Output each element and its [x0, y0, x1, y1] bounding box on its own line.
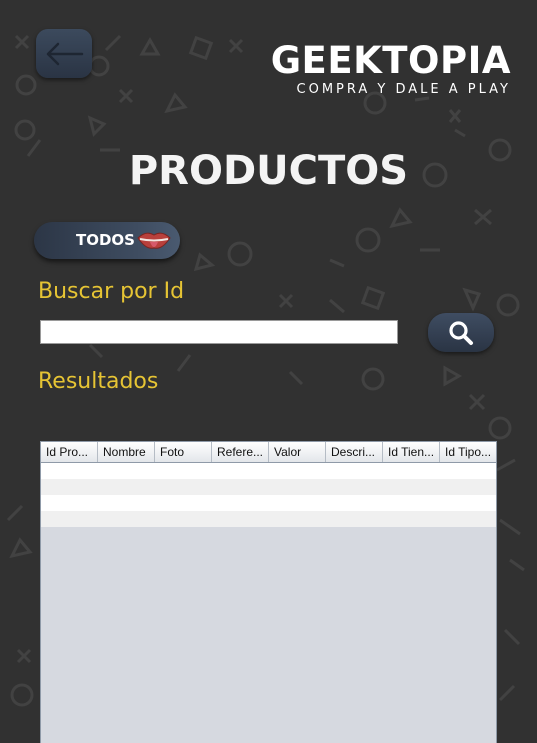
column-header[interactable]: Valor	[269, 442, 326, 462]
search-label: Buscar por Id	[38, 279, 185, 304]
back-button[interactable]	[36, 29, 92, 78]
brand-name: GEEKTOPIA	[270, 39, 511, 82]
todos-button-label: TODOS	[76, 231, 135, 249]
table-row[interactable]	[41, 479, 496, 495]
column-header[interactable]: Id Tien...	[383, 442, 440, 462]
page-title: PRODUCTOS	[128, 148, 409, 194]
results-table[interactable]: Id Pro... Nombre Foto Refere... Valor De…	[40, 441, 497, 743]
todos-button[interactable]: TODOS	[34, 222, 180, 259]
table-row[interactable]	[41, 511, 496, 527]
table-row[interactable]	[41, 495, 496, 511]
brand-logo: GEEKTOPIA COMPRA Y DALE A PLAY	[271, 38, 511, 98]
lips-icon	[137, 232, 171, 249]
search-icon	[449, 320, 473, 345]
column-header[interactable]: Id Tipo...	[440, 442, 496, 462]
results-label: Resultados	[38, 369, 159, 394]
brand-tagline: COMPRA Y DALE A PLAY	[296, 82, 511, 97]
column-header[interactable]: Foto	[155, 442, 212, 462]
column-header[interactable]: Refere...	[212, 442, 269, 462]
column-header[interactable]: Descri...	[326, 442, 383, 462]
search-button[interactable]	[428, 313, 494, 352]
table-header: Id Pro... Nombre Foto Refere... Valor De…	[41, 441, 496, 463]
arrow-left-icon	[46, 42, 84, 65]
search-input[interactable]	[40, 320, 398, 344]
table-row[interactable]	[41, 463, 496, 479]
column-header[interactable]: Nombre	[98, 442, 155, 462]
column-header[interactable]: Id Pro...	[41, 442, 98, 462]
